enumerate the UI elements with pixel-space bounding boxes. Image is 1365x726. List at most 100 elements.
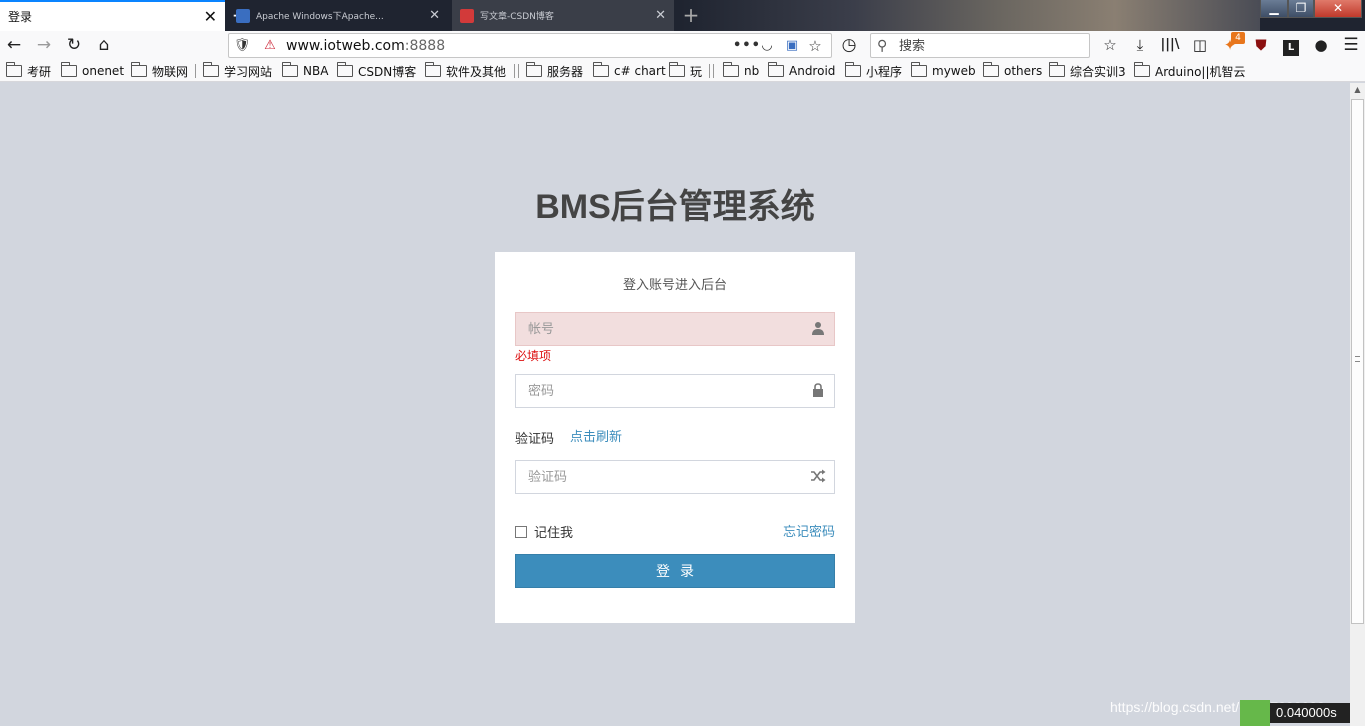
tab-title: 登录: [8, 10, 33, 24]
extension-l-icon[interactable]: L: [1280, 34, 1302, 56]
bookmark-label: Arduino||机智云: [1155, 64, 1246, 79]
page-actions-more-icon[interactable]: •••: [733, 36, 760, 56]
forgot-password-link[interactable]: 忘记密码: [783, 521, 835, 540]
ublock-shield-icon[interactable]: ⛊: [1250, 34, 1272, 56]
url-text[interactable]: www.iotweb.com:8888: [286, 38, 445, 54]
bookmark-separator: [713, 64, 714, 78]
folder-icon: [1134, 62, 1150, 77]
shuffle-icon: [810, 469, 826, 485]
bookmark-separator: [518, 64, 519, 78]
vertical-scrollbar[interactable]: ▲: [1350, 83, 1365, 726]
folder-icon: [768, 62, 784, 77]
pocket-icon[interactable]: ◡: [757, 36, 777, 56]
url-bar[interactable]: 🛡 ⚠ www.iotweb.com:8888 ••• ◡ ▣ ☆: [228, 33, 832, 58]
captcha-refresh-link[interactable]: 点击刷新: [570, 426, 622, 445]
insecure-lock-icon[interactable]: ⚠: [261, 36, 279, 56]
window-minimize-button[interactable]: ▁: [1260, 0, 1288, 18]
bookmark-folder[interactable]: myweb: [911, 62, 976, 80]
search-input[interactable]: [899, 37, 1084, 55]
tab-title: 写文章-CSDN博客: [480, 12, 554, 22]
bookmark-label: 考研: [27, 64, 52, 79]
bookmark-folder[interactable]: nb: [723, 62, 759, 80]
bookmark-folder[interactable]: 学习网站: [203, 62, 272, 80]
bookmark-label: Android: [789, 64, 836, 78]
folder-icon: [6, 62, 22, 77]
tab-close-icon[interactable]: ✕: [204, 7, 217, 26]
home-icon[interactable]: ⌂: [93, 34, 115, 56]
bookmark-folder[interactable]: 小程序: [845, 62, 902, 80]
download-icon[interactable]: ⤓: [1129, 34, 1151, 56]
library-icon[interactable]: |||\: [1159, 34, 1181, 56]
screenshot-icon[interactable]: ▣: [782, 36, 802, 56]
bookmark-folder[interactable]: 玩: [669, 62, 702, 80]
bookmark-folder[interactable]: 软件及其他: [425, 62, 506, 80]
search-bar[interactable]: ⚲: [870, 33, 1090, 58]
bookmarks-star-icon[interactable]: ☆: [1099, 34, 1121, 56]
new-tab-button[interactable]: +: [680, 3, 702, 27]
scroll-up-arrow-icon[interactable]: ▲: [1353, 86, 1362, 94]
bookmark-label: CSDN博客: [358, 64, 417, 79]
search-icon: ⚲: [877, 38, 888, 54]
captcha-label: 验证码: [515, 432, 555, 447]
account-input[interactable]: [516, 313, 801, 345]
bookmark-folder[interactable]: CSDN博客: [337, 62, 416, 80]
login-button[interactable]: 登录: [515, 554, 835, 588]
page-content: BMS后台管理系统 登入账号进入后台 必填项 验证码 点击刷新 记住我: [0, 83, 1350, 726]
folder-icon: [282, 62, 298, 77]
bookmark-separator: [195, 64, 196, 78]
password-input[interactable]: [516, 375, 801, 407]
folder-icon: [337, 62, 353, 77]
bookmark-folder[interactable]: 考研: [6, 62, 51, 80]
timer-readout: 0.040000s: [1270, 703, 1350, 723]
reload-icon[interactable]: ↻: [63, 34, 85, 56]
page-title: BMS后台管理系统: [535, 188, 815, 226]
forward-arrow-icon[interactable]: →: [33, 34, 55, 56]
tab-csdn[interactable]: 写文章-CSDN博客 ✕: [452, 0, 674, 31]
tracking-shield-icon[interactable]: 🛡: [233, 36, 251, 56]
bookmark-folder[interactable]: onenet: [61, 62, 124, 80]
scrollbar-grip-icon: [1355, 356, 1360, 362]
bookmark-folder[interactable]: 综合实训3: [1049, 62, 1126, 80]
account-icon[interactable]: ●: [1310, 34, 1332, 56]
lock-icon: [810, 383, 826, 399]
history-clock-icon[interactable]: ◷: [838, 34, 860, 56]
sidebar-toggle-icon[interactable]: ◫: [1189, 34, 1211, 56]
account-field: [515, 312, 835, 346]
bookmark-folder[interactable]: NBA: [282, 62, 328, 80]
captcha-input[interactable]: [516, 461, 801, 493]
tab-bar: 登录 ✕ + Apache Windows下Apache... ✕ 写文章-CS…: [0, 0, 1365, 31]
login-box: 登入账号进入后台 必填项 验证码 点击刷新 记住我 忘记密码: [495, 252, 855, 623]
bookmark-label: others: [1004, 64, 1043, 78]
bookmark-label: nb: [744, 64, 760, 78]
bookmark-folder[interactable]: 服务器: [526, 62, 583, 80]
bookmark-folder[interactable]: Android: [768, 62, 835, 80]
back-arrow-icon[interactable]: ←: [3, 34, 25, 56]
bookmark-star-icon[interactable]: ☆: [805, 36, 825, 56]
scrollbar-thumb[interactable]: [1351, 99, 1364, 624]
remember-me[interactable]: 记住我: [515, 522, 573, 541]
tab-login[interactable]: 登录 ✕: [0, 0, 225, 31]
bookmark-separator: [709, 64, 710, 78]
tab-close-icon[interactable]: ✕: [655, 8, 666, 23]
window-close-button[interactable]: ✕: [1314, 0, 1362, 18]
hamburger-menu-icon[interactable]: ☰: [1340, 34, 1362, 56]
folder-icon: [983, 62, 999, 77]
tab-apache[interactable]: Apache Windows下Apache... ✕: [228, 0, 448, 31]
remember-me-checkbox[interactable]: [515, 525, 527, 538]
url-port: :8888: [404, 38, 446, 54]
folder-icon: [131, 62, 147, 77]
tab-close-icon[interactable]: ✕: [429, 8, 440, 23]
user-icon: [810, 321, 826, 337]
bookmark-folder[interactable]: others: [983, 62, 1042, 80]
tab-title: Apache Windows下Apache...: [256, 12, 384, 22]
bookmark-label: 玩: [690, 64, 703, 79]
bookmark-folder[interactable]: 物联网: [131, 62, 188, 80]
bookmark-label: 综合实训3: [1070, 64, 1126, 79]
theme-background: [680, 0, 1260, 31]
bookmark-folder[interactable]: Arduino||机智云: [1134, 62, 1246, 80]
window-maximize-button[interactable]: ❐: [1288, 0, 1314, 18]
bookmark-folder[interactable]: c# chart: [593, 62, 666, 80]
tab-favicon-icon: [236, 8, 250, 23]
bookmark-label: onenet: [82, 64, 125, 78]
bookmark-label: 物联网: [152, 64, 189, 79]
